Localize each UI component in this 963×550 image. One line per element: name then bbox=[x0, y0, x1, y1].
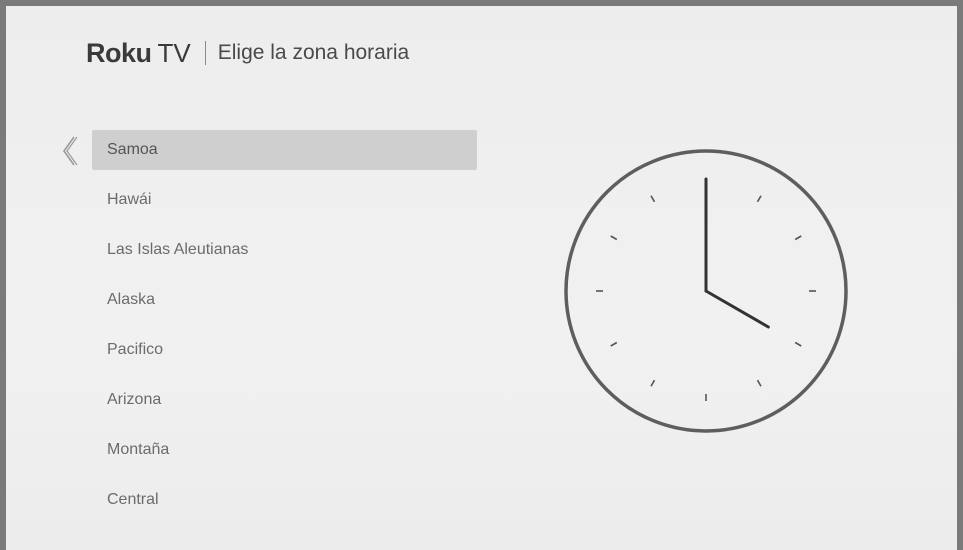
clock-tick bbox=[650, 195, 656, 203]
timezone-item[interactable]: Pacifico bbox=[92, 330, 477, 370]
chevron-left-icon[interactable] bbox=[58, 134, 80, 168]
timezone-list: Samoa Hawái Las Islas Aleutianas Alaska … bbox=[92, 130, 477, 530]
clock-tick bbox=[650, 379, 656, 387]
header: Roku TV Elige la zona horaria bbox=[86, 36, 409, 70]
timezone-item[interactable]: Las Islas Aleutianas bbox=[92, 230, 477, 270]
clock-tick bbox=[794, 235, 802, 241]
timezone-item[interactable]: Montaña bbox=[92, 430, 477, 470]
timezone-item[interactable]: Samoa bbox=[92, 130, 477, 170]
header-divider bbox=[204, 41, 206, 65]
roku-tv-label: TV bbox=[157, 37, 191, 68]
timezone-item[interactable]: Central bbox=[92, 480, 477, 520]
timezone-item[interactable]: Hawái bbox=[92, 180, 477, 220]
screen: Roku TV Elige la zona horaria Samoa Hawá… bbox=[0, 0, 963, 550]
roku-logo: Roku bbox=[86, 37, 152, 68]
clock-tick bbox=[756, 379, 762, 387]
page-title: Elige la zona horaria bbox=[217, 41, 410, 64]
timezone-item[interactable]: Alaska bbox=[92, 280, 477, 320]
clock-tick bbox=[756, 195, 762, 203]
clock-tick bbox=[610, 341, 618, 347]
clock-hour-hand bbox=[704, 289, 770, 329]
clock-tick bbox=[610, 235, 618, 241]
clock-icon bbox=[564, 149, 848, 433]
timezone-item[interactable]: Arizona bbox=[92, 380, 477, 420]
clock-tick bbox=[794, 341, 802, 347]
